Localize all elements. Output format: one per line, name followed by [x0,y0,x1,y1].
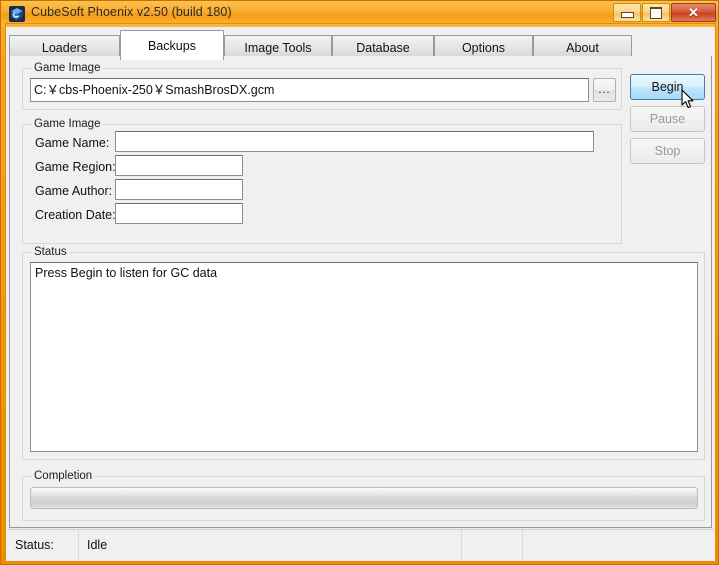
app-cube-icon [9,6,25,22]
title-bar[interactable]: CubeSoft Phoenix v2.50 (build 180) ✕ [1,1,718,27]
game-author-label: Game Author: [35,184,113,198]
minimize-button[interactable] [613,3,641,22]
window-title: CubeSoft Phoenix v2.50 (build 180) [31,5,232,19]
stop-button[interactable]: Stop [630,138,705,164]
tab-label: Loaders [41,40,88,55]
game-info-group: Game Image Game Name: Game Region: Game … [22,118,622,244]
close-button[interactable]: ✕ [671,3,716,22]
tab-label: Options [461,40,506,55]
game-region-input[interactable] [115,155,243,176]
begin-label: Begin [651,80,684,94]
minimize-icon [620,12,634,18]
completion-legend: Completion [31,470,96,482]
status-log-text: Press Begin to listen for GC data [35,266,218,280]
tab-label: Database [356,40,410,55]
statusbar-label-cell: Status: [7,530,79,560]
browse-button[interactable]: ... [593,78,616,102]
browse-label: ... [598,84,611,96]
tab-page-backups: Game Image C:￥cbs-Phoenix-250￥SmashBrosD… [9,56,712,528]
status-group: Status Press Begin to listen for GC data [22,246,705,460]
statusbar-label: Status: [15,538,54,552]
statusbar-value: Idle [87,538,108,552]
game-name-label: Game Name: [35,136,110,150]
creation-date-label: Creation Date: [35,208,116,222]
statusbar-value-cell: Idle [79,530,462,560]
completion-group: Completion [22,470,705,521]
game-name-input[interactable] [115,131,594,152]
status-legend: Status [31,246,70,258]
tab-label: Backups [148,38,196,53]
pause-label: Pause [649,112,686,126]
status-log[interactable]: Press Begin to listen for GC data [30,262,698,452]
game-image-legend: Game Image [31,62,104,74]
game-image-path-input[interactable]: C:￥cbs-Phoenix-250￥SmashBrosDX.gcm [30,78,589,102]
statusbar-cell-3 [462,530,523,560]
game-image-group: Game Image C:￥cbs-Phoenix-250￥SmashBrosD… [22,62,622,110]
begin-button[interactable]: Begin [630,74,705,100]
creation-date-input[interactable] [115,203,243,224]
tab-backups[interactable]: Backups [120,30,224,60]
status-bar: Status: Idle [7,529,714,560]
tab-label: About [566,40,599,55]
tab-strip: Loaders Backups Image Tools Database Opt… [9,29,712,60]
game-image-path-value: C:￥cbs-Phoenix-250￥SmashBrosDX.gcm [34,82,275,97]
maximize-button[interactable] [642,3,670,22]
close-icon: ✕ [688,5,699,20]
completion-progress-bar [30,487,698,509]
game-region-label: Game Region: [35,160,116,174]
game-info-legend: Game Image [31,118,104,130]
statusbar-cell-4 [523,530,709,560]
maximize-icon [650,6,662,19]
pause-button[interactable]: Pause [630,106,705,132]
stop-label: Stop [654,144,681,158]
client-area: Loaders Backups Image Tools Database Opt… [6,27,715,561]
game-author-input[interactable] [115,179,243,200]
tab-label: Image Tools [244,40,312,55]
app-window: CubeSoft Phoenix v2.50 (build 180) ✕ Loa… [0,0,719,565]
window-controls: ✕ [613,3,716,22]
